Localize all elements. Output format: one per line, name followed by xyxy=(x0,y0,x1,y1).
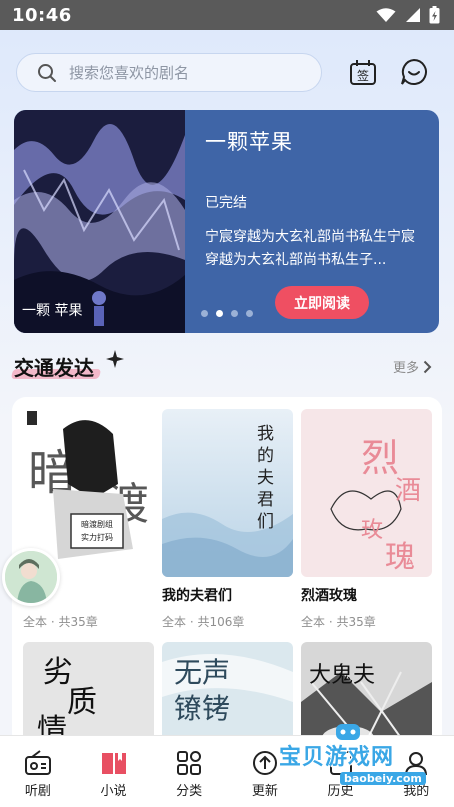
banner-title: 一颗苹果 xyxy=(205,130,293,154)
banner-carousel[interactable]: 一颗 苹果 一颗苹果 已完结 宁宸穿越为大玄礼部尚书私生宁宸穿越为大玄礼部尚书私… xyxy=(14,110,439,333)
wifi-icon xyxy=(376,8,396,22)
nav-item-category[interactable]: 分类 xyxy=(151,736,227,807)
svg-text:瑰: 瑰 xyxy=(385,540,415,575)
book-cover-4[interactable]: 劣 质 情 xyxy=(23,642,154,747)
banner-status: 已完结 xyxy=(205,195,247,211)
book-cover-3[interactable]: 烈 酒 玫 瑰 xyxy=(301,409,432,577)
carousel-dots[interactable] xyxy=(201,310,253,317)
svg-text:暗渡剧组: 暗渡剧组 xyxy=(81,519,113,529)
carousel-dot[interactable] xyxy=(231,310,238,317)
carousel-dot[interactable] xyxy=(201,310,208,317)
grid-icon xyxy=(177,751,202,775)
book-cover-2[interactable]: 我 的 夫 君 们 xyxy=(162,409,293,577)
svg-text:镣铐: 镣铐 xyxy=(174,692,230,725)
book-cover-5[interactable]: 无声 镣铐 xyxy=(162,642,293,747)
search-input[interactable]: 搜索您喜欢的剧名 xyxy=(16,53,322,92)
svg-text:签: 签 xyxy=(357,68,369,83)
more-link[interactable]: 更多 xyxy=(393,357,432,376)
book-meta-2: 全本 · 共106章 xyxy=(162,615,245,629)
system-icons xyxy=(376,6,440,24)
banner-cover-image: 一颗 苹果 xyxy=(14,110,185,333)
signal-icon xyxy=(406,8,420,22)
banner-description: 宁宸穿越为大玄礼部尚书私生宁宸穿越为大玄礼部尚书私生子... xyxy=(205,229,415,268)
read-now-button[interactable]: 立即阅读 xyxy=(275,286,369,319)
svg-text:们: 们 xyxy=(257,512,274,532)
update-icon xyxy=(252,751,277,775)
book-title-3[interactable]: 烈酒玫瑰 xyxy=(301,585,357,605)
chevron-right-icon xyxy=(423,360,432,373)
nav-label-novel: 小说 xyxy=(100,784,127,799)
book-meta-3: 全本 · 共35章 xyxy=(301,615,376,629)
svg-text:质: 质 xyxy=(67,685,97,720)
floating-avatar[interactable] xyxy=(2,548,60,606)
watermark-url: baobeiy.com xyxy=(340,772,426,785)
nav-item-listen[interactable]: 听剧 xyxy=(0,736,76,807)
checkin-icon[interactable]: 签 xyxy=(348,57,378,87)
search-placeholder: 搜索您喜欢的剧名 xyxy=(69,64,190,82)
book-icon xyxy=(101,753,126,774)
svg-text:的: 的 xyxy=(257,446,274,466)
banner-cover-title: 一颗 苹果 xyxy=(22,303,82,319)
radio-icon xyxy=(24,750,51,775)
battery-icon xyxy=(429,6,440,24)
status-time: 10:46 xyxy=(12,4,72,26)
status-bar: 10:46 xyxy=(0,0,454,30)
svg-text:酒: 酒 xyxy=(395,476,421,506)
message-icon[interactable] xyxy=(399,57,429,87)
nav-item-novel[interactable]: 小说 xyxy=(76,736,152,807)
nav-label-category: 分类 xyxy=(176,784,203,799)
svg-text:君: 君 xyxy=(257,490,274,510)
svg-text:夫: 夫 xyxy=(257,468,274,488)
book-title-2[interactable]: 我的夫君们 xyxy=(162,585,232,605)
sparkle-icon xyxy=(106,350,124,368)
carousel-dot-active[interactable] xyxy=(216,310,223,317)
search-icon xyxy=(38,63,56,82)
book-grid: 暗 渡 暗渡剧组 实力打码 我 的 夫 君 们 烈 酒 玫 瑰 我的夫君们 烈酒… xyxy=(12,397,442,747)
more-label: 更多 xyxy=(393,361,420,376)
svg-text:大鬼夫: 大鬼夫 xyxy=(309,663,375,688)
svg-text:实力打码: 实力打码 xyxy=(81,532,113,542)
nav-label-listen: 听剧 xyxy=(24,784,51,799)
carousel-dot[interactable] xyxy=(246,310,253,317)
section-title: 交通发达 xyxy=(14,356,94,380)
watermark-text: 宝贝游戏网 xyxy=(279,745,395,770)
svg-text:我: 我 xyxy=(257,424,274,444)
svg-text:无声: 无声 xyxy=(174,656,230,689)
svg-text:烈: 烈 xyxy=(361,436,399,480)
svg-text:玫: 玫 xyxy=(361,518,383,543)
book-meta-1: 全本 · 共35章 xyxy=(23,615,98,629)
nav-label-update: 更新 xyxy=(251,784,278,799)
